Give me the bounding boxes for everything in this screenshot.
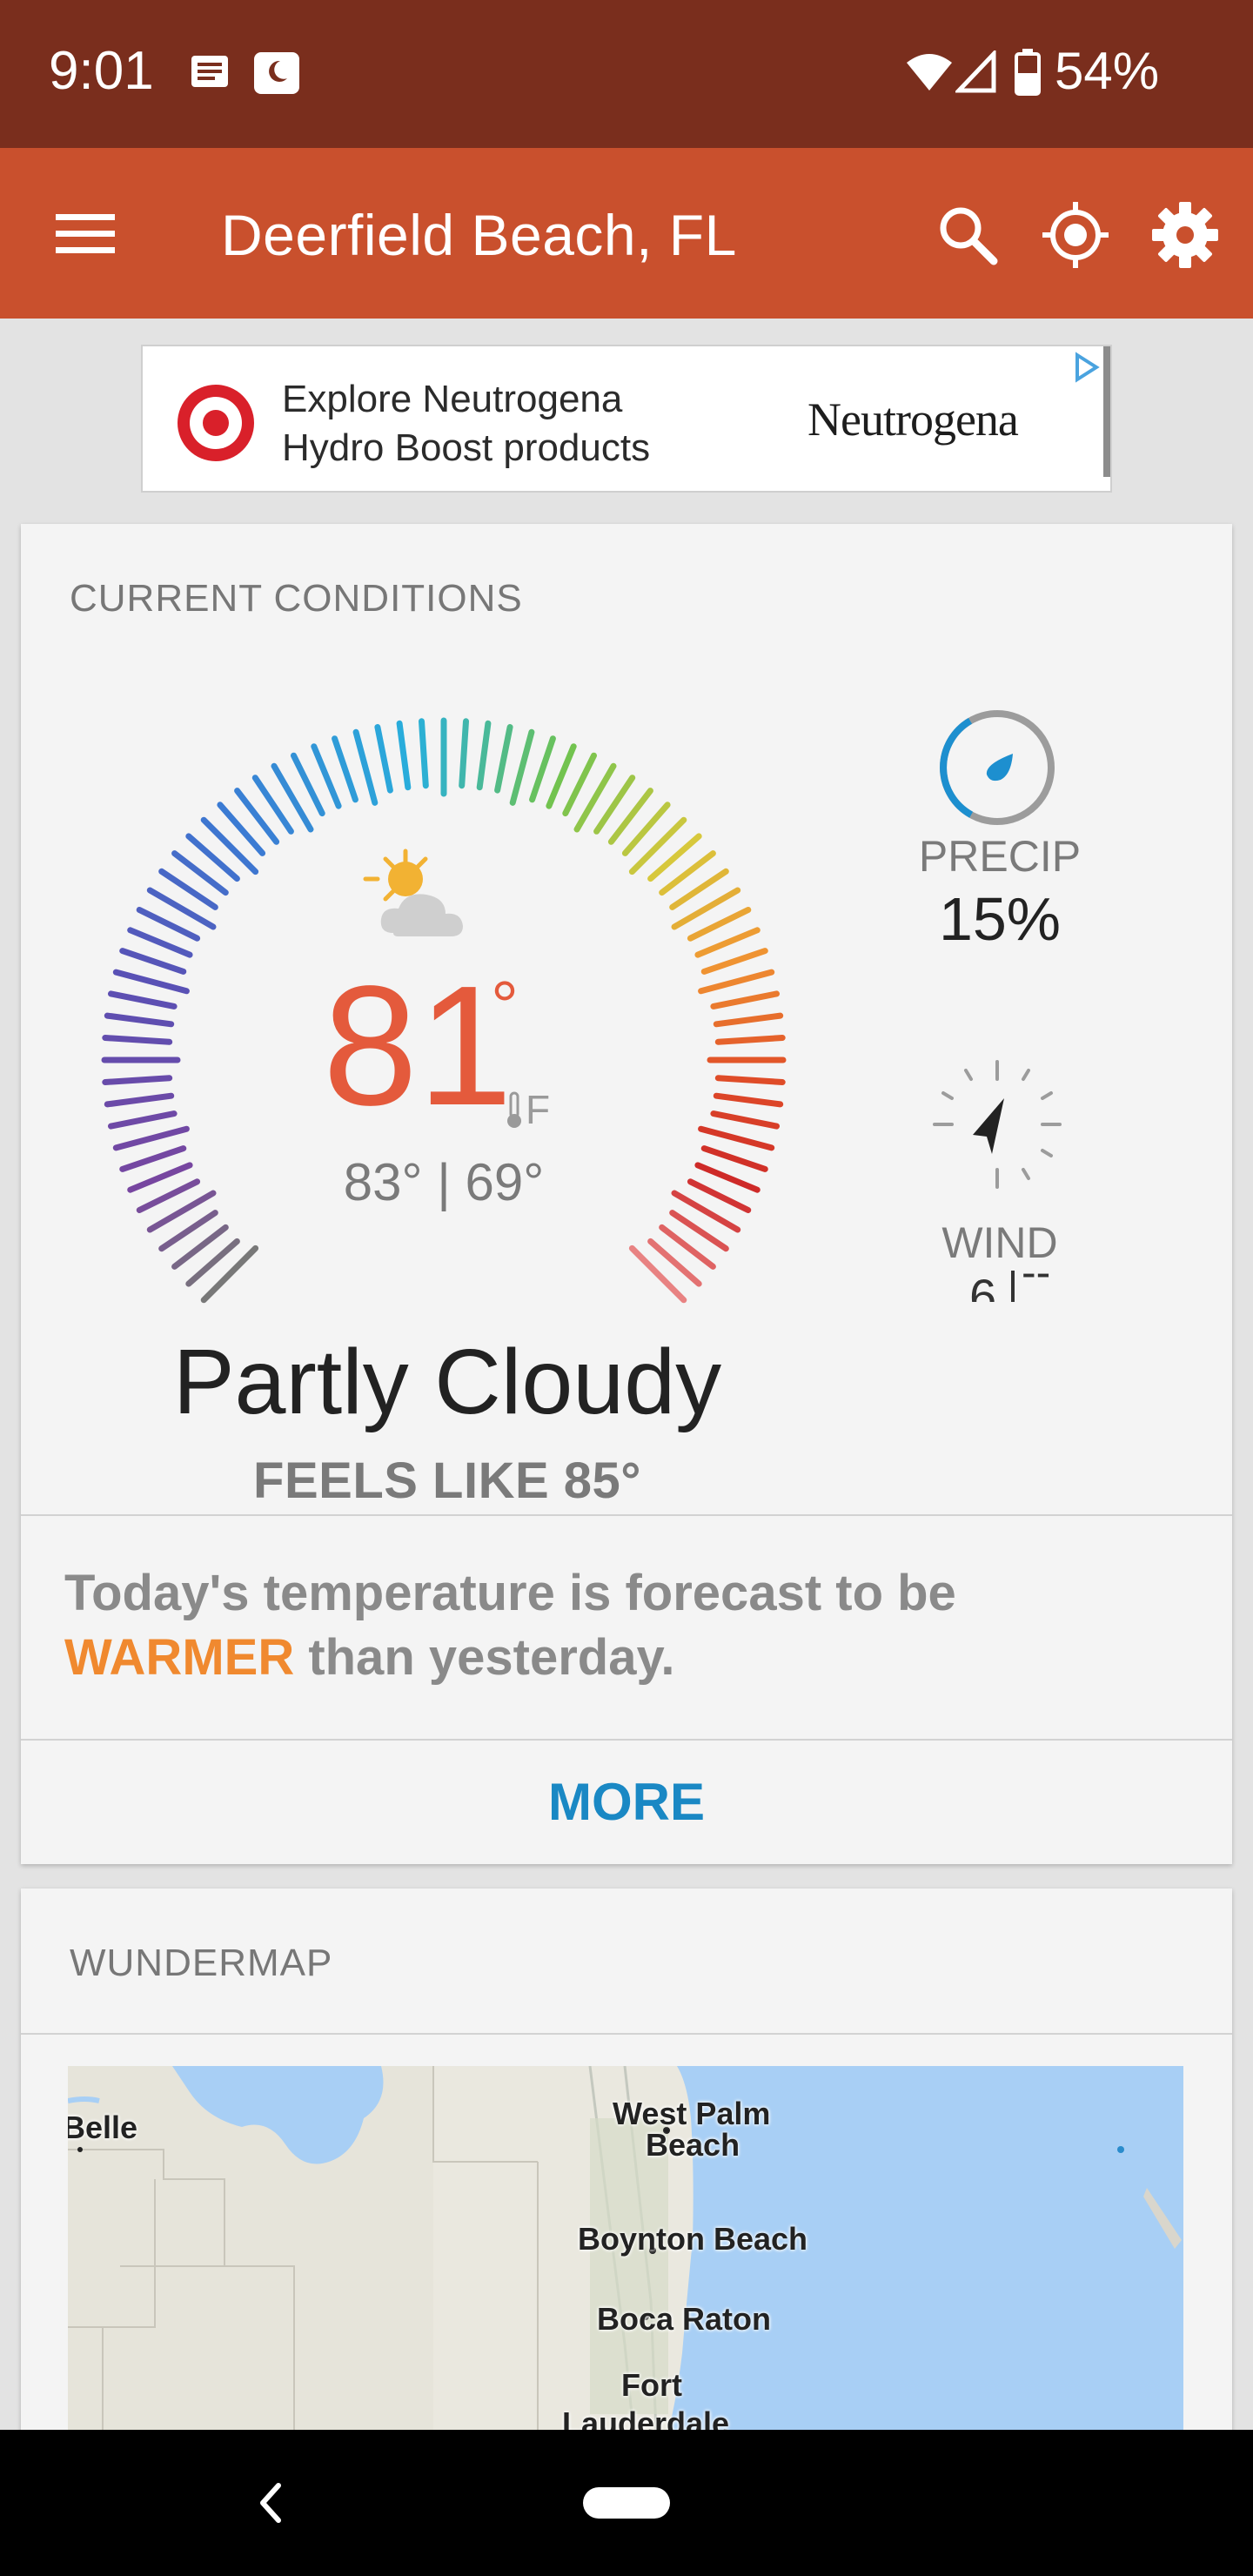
gauge-tick bbox=[112, 969, 190, 995]
do-not-disturb-icon bbox=[254, 52, 299, 94]
gauge-tick bbox=[112, 1125, 190, 1151]
high-low-temperature: 83° | 69° bbox=[343, 1153, 545, 1211]
news-notification-icon bbox=[191, 56, 228, 87]
gauge-tick bbox=[102, 1075, 173, 1085]
gauge-tick bbox=[509, 728, 535, 806]
target-logo-icon bbox=[178, 385, 254, 461]
precip-value: 15% bbox=[938, 885, 1062, 953]
search-icon[interactable] bbox=[935, 202, 1001, 268]
gauge-tick bbox=[714, 1035, 786, 1045]
gauge-tick bbox=[494, 724, 513, 794]
gauge-tick bbox=[628, 1244, 687, 1304]
forecast-comparison-line-1: Today's temperature is forecast to be bbox=[64, 1563, 956, 1624]
gauge-tick bbox=[710, 990, 780, 1010]
ad-headline-line-1: Explore Neutrogena bbox=[282, 378, 623, 420]
battery-percentage: 54% bbox=[1055, 42, 1160, 100]
ad-brand-logo: Neutrogena bbox=[807, 393, 1019, 446]
wind-gust: -- bbox=[1022, 1271, 1051, 1297]
gauge-tick bbox=[311, 743, 342, 809]
wind-divider bbox=[1011, 1271, 1015, 1302]
gauge-tick bbox=[396, 720, 412, 791]
gauge-tick bbox=[628, 816, 687, 875]
gauge-tick bbox=[698, 1125, 775, 1151]
gauge-tick bbox=[546, 743, 577, 809]
gauge-tick bbox=[714, 1075, 786, 1085]
gauge-tick bbox=[694, 927, 761, 958]
status-bar: 9:01 54% bbox=[0, 0, 1253, 148]
wind-compass-icon bbox=[933, 1060, 1062, 1189]
map-label-boynton-beach: Boynton Beach bbox=[578, 2221, 808, 2257]
gauge-tick bbox=[127, 927, 193, 958]
wifi-icon bbox=[907, 54, 952, 91]
gauge-tick bbox=[108, 1110, 178, 1130]
gauge-tick bbox=[459, 718, 469, 789]
gauge-tick bbox=[710, 1110, 780, 1130]
precipitation-dial-icon bbox=[940, 710, 1055, 825]
cell-signal-icon bbox=[955, 50, 996, 93]
gauge-tick bbox=[332, 735, 358, 803]
partly-cloudy-icon bbox=[363, 849, 463, 936]
wundermap-header: WUNDERMAP bbox=[70, 1942, 333, 1984]
wind-readout: 6 -- bbox=[926, 1271, 1082, 1302]
card-divider bbox=[21, 2033, 1232, 2035]
gauge-tick bbox=[476, 720, 492, 791]
precip-label: PRECIP bbox=[918, 832, 1082, 881]
gauge-tick bbox=[104, 1092, 175, 1108]
map-label-boca-raton: Boca Raton bbox=[597, 2301, 772, 2337]
thermometer-icon bbox=[507, 1091, 521, 1128]
map-label-west-palm-beach: Beach bbox=[646, 2127, 740, 2163]
gauge-tick bbox=[127, 1162, 193, 1193]
gauge-tick bbox=[102, 1035, 173, 1045]
gauge-tick bbox=[713, 1092, 784, 1108]
temperature-unit: F bbox=[526, 1087, 551, 1132]
ad-banner[interactable]: Explore Neutrogena Hydro Boost products … bbox=[141, 345, 1112, 493]
forecast-comparison-tail: than yesterday. bbox=[294, 1629, 675, 1686]
map-label-belle: Belle bbox=[68, 2110, 138, 2145]
map-label-lauderdale: Lauderdale bbox=[562, 2405, 730, 2432]
gauge-tick bbox=[108, 990, 178, 1010]
system-navigation-bar bbox=[0, 2430, 1253, 2576]
menu-icon[interactable] bbox=[56, 209, 115, 258]
gauge-tick bbox=[352, 728, 379, 806]
wundermap-map[interactable]: Belle West Palm Beach Boynton Beach Boca… bbox=[68, 2066, 1183, 2432]
gauge-tick bbox=[700, 1145, 768, 1172]
back-chevron-icon[interactable] bbox=[252, 2475, 287, 2531]
gauge-tick bbox=[200, 1244, 259, 1304]
gauge-tick bbox=[694, 1162, 761, 1193]
app-bar: Deerfield Beach, FL bbox=[0, 148, 1253, 319]
temperature-degree-symbol: ° bbox=[491, 967, 519, 1044]
status-time: 9:01 bbox=[49, 41, 154, 101]
current-conditions-header: CURRENT CONDITIONS bbox=[70, 577, 523, 620]
current-conditions-card: CURRENT CONDITIONS 81 ° F 83° | 69° Part… bbox=[21, 524, 1232, 1864]
gauge-tick bbox=[700, 948, 768, 975]
battery-icon bbox=[1015, 49, 1041, 96]
condition-text: Partly Cloudy bbox=[172, 1331, 722, 1433]
current-location-icon[interactable] bbox=[1041, 200, 1110, 270]
ad-headline-line-2: Hydro Boost products bbox=[282, 426, 651, 469]
map-label-fort: Fort bbox=[621, 2367, 682, 2403]
card-divider bbox=[21, 1514, 1232, 1516]
ad-edge bbox=[1103, 346, 1110, 477]
gauge-tick bbox=[713, 1012, 784, 1028]
gauge-tick bbox=[119, 1145, 187, 1172]
gauge-tick bbox=[119, 948, 187, 975]
forecast-warmer-word: WARMER bbox=[64, 1629, 295, 1686]
gauge-tick bbox=[200, 816, 259, 875]
settings-gear-icon[interactable] bbox=[1150, 200, 1220, 270]
forecast-comparison-line-2: WARMER than yesterday. bbox=[64, 1627, 675, 1688]
wind-label: WIND bbox=[941, 1218, 1058, 1267]
gauge-tick bbox=[698, 969, 775, 995]
wind-speed: 6 bbox=[969, 1271, 997, 1302]
gauge-tick bbox=[419, 718, 429, 789]
more-button[interactable]: MORE bbox=[21, 1741, 1232, 1864]
location-title[interactable]: Deerfield Beach, FL bbox=[221, 202, 737, 268]
forecast-comparison-text: Today's temperature is forecast to be bbox=[64, 1565, 956, 1621]
ad-choices-icon[interactable] bbox=[1070, 352, 1102, 383]
gauge-tick bbox=[529, 735, 556, 803]
gauge-tick bbox=[104, 1012, 175, 1028]
home-pill[interactable] bbox=[583, 2487, 670, 2519]
gauge-tick bbox=[374, 724, 393, 794]
feels-like-text: FEELS LIKE 85° bbox=[253, 1452, 641, 1509]
